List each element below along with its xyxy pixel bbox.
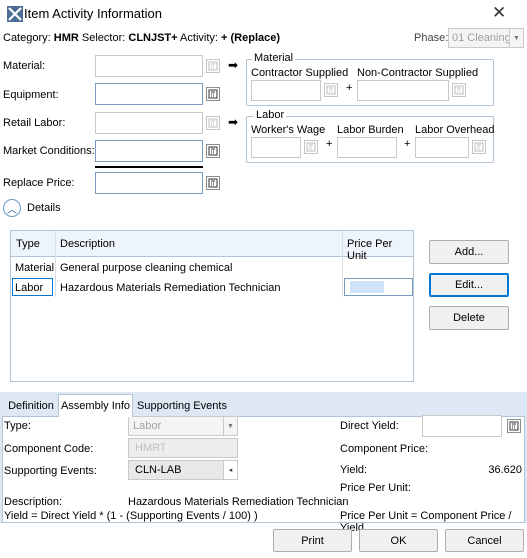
labor-overhead-field[interactable]	[415, 137, 469, 158]
table-row[interactable]: Material General purpose cleaning chemic…	[11, 257, 413, 277]
plus-sign: +	[404, 138, 411, 150]
contractor-supplied-label: Contractor Supplied	[251, 67, 349, 79]
tab-assembly-info[interactable]: Assembly Info	[58, 394, 133, 417]
cancel-button[interactable]: Cancel	[445, 529, 524, 552]
labor-group-title: Labor	[254, 109, 287, 121]
direct-yield-label: Direct Yield:	[340, 420, 399, 432]
retail-labor-label: Retail Labor:	[3, 117, 66, 129]
description-label: Description:	[4, 496, 63, 508]
row-description: General purpose cleaning chemical	[60, 262, 233, 274]
labor-overhead-label: Labor Overhead	[415, 124, 495, 136]
material-field[interactable]	[95, 55, 203, 77]
chevron-down-icon: ▼	[223, 417, 237, 435]
arrow-right-icon: ➡	[228, 115, 239, 129]
selector-value: CLNJST+	[128, 32, 178, 44]
direct-yield-field[interactable]	[422, 415, 502, 437]
calculator-icon[interactable]	[507, 419, 521, 433]
contractor-supplied-field[interactable]	[251, 80, 321, 101]
market-conditions-field[interactable]	[95, 140, 203, 162]
ok-button[interactable]: OK	[359, 529, 438, 552]
activity-label: Activity:	[180, 32, 218, 44]
equipment-label: Equipment:	[3, 89, 59, 101]
app-icon	[7, 6, 23, 22]
total-divider	[95, 166, 203, 168]
calculator-icon[interactable]	[206, 144, 220, 158]
type-select[interactable]: Labor ▼	[128, 416, 238, 436]
table-row[interactable]: Labor Hazardous Materials Remediation Te…	[11, 277, 413, 297]
equipment-field[interactable]	[95, 83, 203, 105]
calculator-icon[interactable]	[206, 87, 220, 101]
component-code-label: Component Code:	[4, 443, 94, 455]
selector-label: Selector:	[81, 32, 126, 44]
workers-wage-field[interactable]	[251, 137, 301, 158]
workers-wage-label: Worker's Wage	[251, 124, 326, 136]
row-type: Labor	[15, 282, 44, 294]
plus-sign: +	[346, 82, 353, 94]
component-code-field[interactable]: HMRT	[128, 438, 238, 458]
add-button[interactable]: Add...	[429, 240, 509, 264]
edit-button[interactable]: Edit...	[429, 273, 509, 297]
close-icon[interactable]: ✕	[492, 3, 506, 23]
material-group-title: Material	[252, 52, 296, 64]
non-contractor-supplied-field[interactable]	[357, 80, 449, 101]
non-contractor-supplied-label: Non-Contractor Supplied	[357, 67, 479, 79]
supporting-events-select[interactable]: CLN-LAB ◂	[128, 460, 238, 480]
yield-value: 36.620	[488, 464, 522, 476]
plus-sign: +	[326, 138, 333, 150]
calculator-icon[interactable]	[304, 140, 318, 154]
category-label: Category:	[3, 32, 51, 44]
details-label: Details	[27, 202, 61, 214]
title-bar: Item Activity Information ✕	[0, 0, 527, 28]
yield-formula: Yield = Direct Yield * (1 - (Supporting …	[4, 510, 258, 522]
category-value: HMR	[53, 32, 79, 44]
tab-supporting-events[interactable]: Supporting Events	[134, 396, 230, 416]
items-grid: Type Description Price Per Unit Material…	[10, 230, 414, 382]
row-type: Material	[15, 262, 55, 274]
delete-button[interactable]: Delete	[429, 306, 509, 330]
row-description: Hazardous Materials Remediation Technici…	[60, 282, 281, 294]
activity-value: + (Replace)	[221, 32, 281, 44]
calculator-icon[interactable]	[472, 140, 486, 154]
material-label: Material:	[3, 60, 46, 72]
header-info: Category: HMR Selector: CLNJST+ Activity…	[3, 32, 280, 44]
chevron-down-icon: ▼	[509, 29, 523, 47]
price-edit-cell[interactable]	[344, 278, 413, 296]
replace-price-field[interactable]	[95, 172, 203, 194]
description-value: Hazardous Materials Remediation Technici…	[128, 496, 349, 508]
type-label: Type:	[4, 420, 31, 432]
phase-select[interactable]: 01 Cleaning ▼	[448, 28, 524, 48]
calculator-icon[interactable]	[206, 176, 220, 190]
market-conditions-label: Market Conditions:	[3, 145, 95, 157]
print-button[interactable]: Print	[273, 529, 352, 552]
calculator-icon[interactable]	[206, 59, 220, 73]
calculator-icon[interactable]	[324, 83, 338, 97]
price-per-unit-label: Price Per Unit:	[340, 482, 411, 494]
tab-definition[interactable]: Definition	[4, 396, 58, 416]
column-header-type[interactable]: Type	[16, 238, 40, 250]
chevron-up-icon: ︿	[7, 204, 17, 216]
yield-label: Yield:	[340, 464, 368, 476]
column-header-description[interactable]: Description	[60, 238, 115, 250]
labor-burden-field[interactable]	[337, 137, 397, 158]
phase-label: Phase:	[414, 32, 449, 44]
retail-labor-field[interactable]	[95, 112, 203, 134]
chevron-left-icon: ◂	[223, 461, 237, 479]
calculator-icon[interactable]	[452, 83, 466, 97]
supporting-events-label: Supporting Events:	[4, 465, 97, 477]
component-price-label: Component Price:	[340, 443, 429, 455]
labor-burden-label: Labor Burden	[337, 124, 404, 136]
details-toggle-button[interactable]: ︿	[3, 199, 21, 217]
arrow-right-icon: ➡	[228, 58, 239, 72]
replace-price-label: Replace Price:	[3, 177, 75, 189]
window-title: Item Activity Information	[24, 6, 162, 21]
calculator-icon[interactable]	[206, 116, 220, 130]
